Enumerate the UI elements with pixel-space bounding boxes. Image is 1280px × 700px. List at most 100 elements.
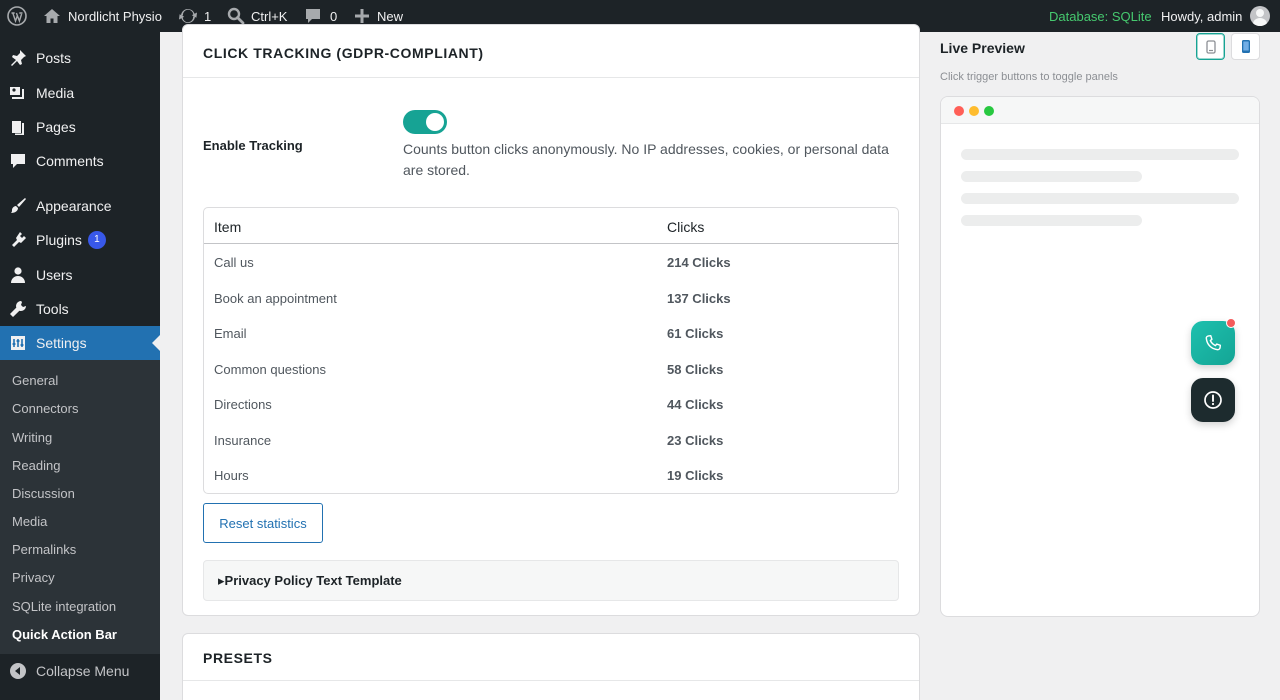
live-preview-hint: Click trigger buttons to toggle panels bbox=[940, 71, 1118, 83]
info-trigger-button[interactable] bbox=[1191, 378, 1235, 422]
submenu-privacy[interactable]: Privacy bbox=[12, 570, 55, 585]
wordpress-logo-icon[interactable] bbox=[7, 0, 27, 32]
sidebar-item-label: Comments bbox=[36, 153, 104, 169]
click-tracking-title: CLICK TRACKING (GDPR-COMPLIANT) bbox=[203, 45, 484, 61]
sidebar-item-label: Posts bbox=[36, 50, 72, 66]
reset-statistics-button[interactable]: Reset statistics bbox=[203, 503, 323, 543]
skeleton-line bbox=[961, 215, 1142, 226]
database-status[interactable]: Database: SQLite bbox=[1049, 0, 1152, 32]
user-icon bbox=[0, 266, 36, 284]
skeleton-line bbox=[961, 171, 1142, 182]
settings-submenu: General Connectors Writing Reading Discu… bbox=[0, 360, 160, 654]
table-row-clicks: 23 Clicks bbox=[667, 433, 724, 448]
preview-browser-frame bbox=[940, 96, 1260, 617]
site-name: Nordlicht Physio bbox=[68, 8, 162, 24]
home-icon bbox=[44, 9, 60, 23]
mobile-preview-button[interactable] bbox=[1231, 33, 1260, 60]
table-row-item: Insurance bbox=[214, 433, 272, 448]
pushpin-icon bbox=[0, 49, 36, 67]
plugins-update-badge: 1 bbox=[87, 231, 106, 249]
sidebar-item-label: Pages bbox=[36, 119, 76, 135]
submenu-discussion[interactable]: Discussion bbox=[12, 486, 75, 501]
settings-icon bbox=[0, 334, 36, 352]
comment-icon bbox=[0, 152, 36, 170]
table-row-item: Common questions bbox=[214, 362, 326, 377]
notification-dot bbox=[1226, 318, 1236, 328]
window-minimize-dot bbox=[969, 106, 979, 116]
table-row-clicks: 214 Clicks bbox=[667, 255, 731, 270]
search-shortcut: Ctrl+K bbox=[251, 8, 288, 24]
table-row-clicks: 44 Clicks bbox=[667, 397, 724, 412]
column-header-item: Item bbox=[214, 219, 242, 235]
table-row-item: Email bbox=[214, 326, 247, 341]
plugin-icon bbox=[0, 231, 36, 249]
sidebar-item-settings[interactable]: Settings bbox=[0, 326, 160, 360]
table-row-item: Call us bbox=[214, 255, 254, 270]
card-divider bbox=[183, 77, 919, 78]
submenu-connectors[interactable]: Connectors bbox=[12, 401, 78, 416]
click-tracking-card: CLICK TRACKING (GDPR-COMPLIANT) Enable T… bbox=[182, 24, 920, 616]
submenu-reading[interactable]: Reading bbox=[12, 458, 60, 473]
enable-tracking-toggle[interactable] bbox=[403, 110, 447, 134]
comments-count: 0 bbox=[330, 8, 338, 24]
alert-icon bbox=[1204, 391, 1222, 409]
submenu-permalinks[interactable]: Permalinks bbox=[12, 542, 76, 557]
presets-title: PRESETS bbox=[203, 650, 273, 666]
sidebar-item-tools[interactable]: Tools bbox=[0, 292, 160, 326]
plus-icon bbox=[355, 9, 369, 23]
enable-tracking-label: Enable Tracking bbox=[203, 138, 303, 153]
media-icon bbox=[0, 84, 36, 102]
sidebar-item-label: Settings bbox=[36, 335, 87, 351]
howdy-text: Howdy, admin bbox=[1161, 8, 1243, 24]
table-row-clicks: 137 Clicks bbox=[667, 291, 731, 306]
comment-icon bbox=[306, 9, 320, 23]
desktop-preview-button[interactable] bbox=[1196, 33, 1225, 60]
table-row-item: Book an appointment bbox=[214, 291, 337, 306]
table-header-divider bbox=[204, 243, 898, 244]
smartphone-icon bbox=[1241, 40, 1250, 53]
submenu-media[interactable]: Media bbox=[12, 514, 47, 529]
table-row-clicks: 19 Clicks bbox=[667, 468, 724, 483]
skeleton-line bbox=[961, 193, 1239, 204]
admin-sidebar: Posts Media Pages Comments Appearance Pl… bbox=[0, 32, 160, 700]
sidebar-item-label: Users bbox=[36, 267, 73, 283]
updates-count: 1 bbox=[204, 8, 212, 24]
skeleton-line bbox=[961, 149, 1239, 160]
live-preview-title: Live Preview bbox=[940, 40, 1025, 56]
sidebar-item-plugins[interactable]: Plugins 1 bbox=[0, 223, 160, 257]
collapse-icon bbox=[0, 662, 36, 680]
sidebar-item-pages[interactable]: Pages bbox=[0, 110, 160, 144]
sidebar-item-label: Tools bbox=[36, 301, 69, 317]
table-row-clicks: 61 Clicks bbox=[667, 326, 724, 341]
click-stats-table: Item Clicks Call us 214 Clicks Book an a… bbox=[203, 207, 899, 494]
my-account-link[interactable]: Howdy, admin bbox=[1161, 0, 1271, 32]
avatar bbox=[1250, 6, 1271, 26]
submenu-writing[interactable]: Writing bbox=[12, 430, 52, 445]
submenu-quick-action-bar[interactable]: Quick Action Bar bbox=[12, 627, 117, 642]
search-icon bbox=[227, 7, 245, 25]
collapse-label: Collapse Menu bbox=[36, 663, 130, 679]
card-divider bbox=[183, 680, 919, 681]
sidebar-item-label: Media bbox=[36, 85, 75, 101]
new-label: New bbox=[377, 8, 404, 24]
presets-card: PRESETS bbox=[182, 633, 920, 700]
site-name-link[interactable]: Nordlicht Physio bbox=[43, 0, 162, 32]
sidebar-item-appearance[interactable]: Appearance bbox=[0, 189, 160, 223]
window-close-dot bbox=[954, 106, 964, 116]
table-row-item: Directions bbox=[214, 397, 272, 412]
tracking-description: Counts button clicks anonymously. No IP … bbox=[403, 141, 889, 178]
sidebar-item-comments[interactable]: Comments bbox=[0, 144, 160, 178]
table-row-item: Hours bbox=[214, 468, 249, 483]
device-icon bbox=[1205, 39, 1216, 54]
submenu-general[interactable]: General bbox=[12, 373, 58, 388]
sidebar-item-posts[interactable]: Posts bbox=[0, 41, 160, 75]
sidebar-item-users[interactable]: Users bbox=[0, 258, 160, 292]
phone-icon bbox=[1205, 334, 1222, 351]
submenu-sqlite-integration[interactable]: SQLite integration bbox=[12, 599, 116, 614]
brush-icon bbox=[0, 197, 36, 215]
column-header-clicks: Clicks bbox=[667, 219, 705, 235]
sidebar-item-label: Plugins bbox=[36, 232, 82, 248]
privacy-policy-template-toggle[interactable]: ▸Privacy Policy Text Template bbox=[203, 560, 899, 601]
collapse-menu-button[interactable]: Collapse Menu bbox=[0, 654, 160, 688]
sidebar-item-media[interactable]: Media bbox=[0, 76, 160, 110]
